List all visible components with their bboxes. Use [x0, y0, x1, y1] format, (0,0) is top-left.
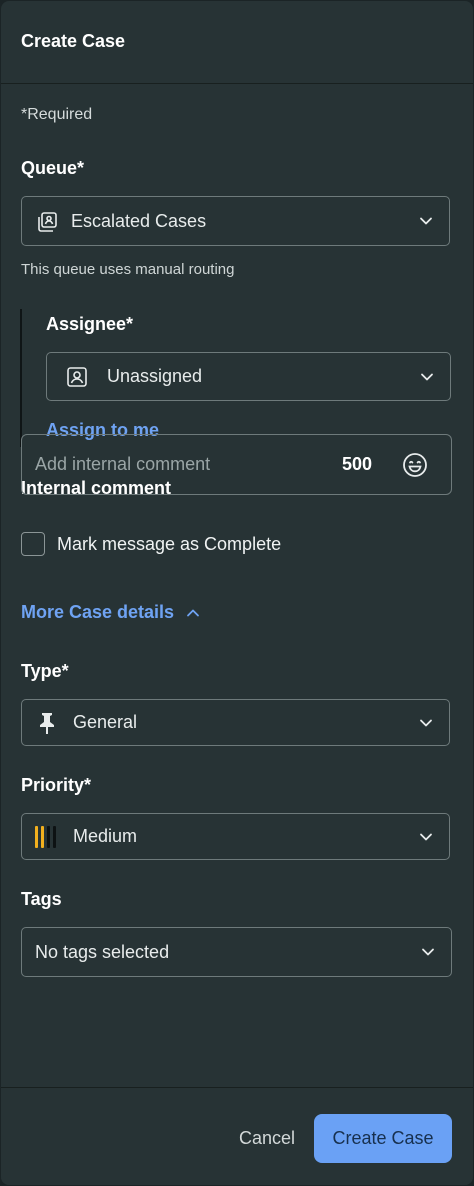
person-card-icon [65, 365, 89, 389]
emoji-smile-icon[interactable] [402, 452, 428, 478]
tags-label: Tags [21, 889, 62, 909]
queue-label: Queue* [21, 158, 85, 178]
chevron-down-icon [420, 370, 434, 384]
tags-value: No tags selected [35, 941, 170, 962]
chevron-down-icon [421, 945, 435, 959]
internal-comment-input[interactable] [35, 454, 325, 475]
required-note: *Required [21, 106, 93, 123]
queue-helper-text: This queue uses manual routing [21, 261, 235, 278]
queue-select[interactable]: Escalated Cases [21, 196, 450, 246]
pushpin-icon [36, 711, 58, 735]
chevron-down-icon [419, 214, 433, 228]
queue-stack-icon [35, 210, 59, 234]
assignee-select[interactable]: Unassigned [46, 352, 451, 401]
type-select[interactable]: General [21, 699, 450, 746]
panel-footer: Cancel Create Case [1, 1087, 473, 1185]
tags-select[interactable]: No tags selected [21, 927, 452, 977]
chevron-down-icon [419, 830, 433, 844]
chevron-down-icon [419, 716, 433, 730]
create-case-button[interactable]: Create Case [314, 1114, 452, 1163]
assignee-label: Assignee* [46, 314, 134, 334]
more-case-details-toggle[interactable]: More Case details [21, 602, 200, 623]
panel-title: Create Case [21, 30, 126, 51]
panel-header: Create Case [1, 1, 473, 84]
priority-bars-icon [35, 826, 59, 848]
create-case-panel: Create Case *Required Queue* Escalated C… [1, 1, 473, 1185]
mark-complete-checkbox[interactable] [21, 532, 45, 556]
type-label: Type* [21, 661, 69, 681]
mark-complete-row[interactable]: Mark message as Complete [21, 532, 281, 556]
type-value: General [73, 712, 138, 732]
character-counter: 500 [341, 454, 372, 474]
chevron-up-icon [186, 606, 200, 620]
assignee-value: Unassigned [107, 366, 203, 386]
cancel-button[interactable]: Cancel [239, 1128, 295, 1149]
more-case-details-label: More Case details [21, 602, 175, 622]
mark-complete-label: Mark message as Complete [57, 533, 282, 554]
priority-value: Medium [73, 826, 138, 846]
priority-label: Priority* [21, 775, 92, 795]
queue-value: Escalated Cases [71, 210, 207, 231]
assignee-indent-bar [20, 309, 22, 447]
internal-comment-field[interactable]: 500 [21, 434, 452, 495]
priority-select[interactable]: Medium [21, 813, 450, 860]
